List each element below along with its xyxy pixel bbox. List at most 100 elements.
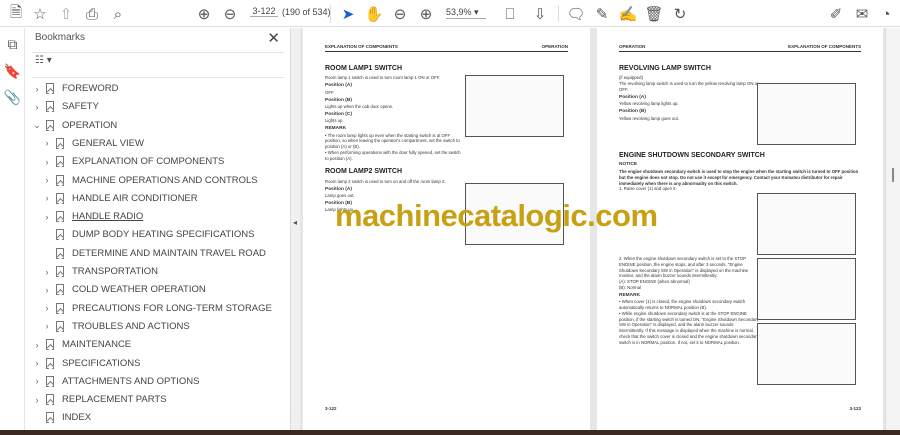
next-page-icon[interactable]: ⊖ (220, 4, 240, 24)
bookmark-item[interactable]: ⌄ OPERATION (32, 117, 117, 134)
bookmark-item[interactable]: › HANDLE AIR CONDITIONER (42, 190, 198, 207)
text: The engine shutdown secondary switch is … (619, 168, 859, 186)
bookmark-icon (56, 156, 64, 168)
page-number-input[interactable]: 3-122 (250, 6, 278, 17)
bookmark-item[interactable]: › GENERAL VIEW (42, 135, 144, 152)
save-icon[interactable]: 🗎 (6, 4, 26, 24)
bookmark-options-button[interactable]: ☷ ▾ (35, 55, 52, 66)
zoom-level-select[interactable]: 53,9% ▾ (446, 7, 486, 19)
rotate-icon[interactable]: ↻ (670, 4, 690, 24)
prev-page-icon[interactable]: ⊕ (194, 4, 214, 24)
bookmark-item[interactable]: › COLD WEATHER OPERATION (42, 281, 206, 298)
toolbar: 🗎 ☆ ⇧ ⎙ ⌕ ⊕ ⊖ 3-122 (190 of 534) ➤ ✋ ⊖ ⊕… (0, 0, 900, 27)
bookmark-item[interactable]: › EXPLANATION OF COMPONENTS (42, 153, 224, 170)
vertical-scrollbar[interactable] (885, 28, 900, 430)
chevron-right-icon[interactable]: › (42, 285, 52, 295)
bookmark-label: TRANSPORTATION (72, 266, 159, 277)
text: Lights up (325, 118, 343, 124)
chevron-right-icon[interactable]: › (32, 395, 42, 405)
chevron-right-icon[interactable]: › (42, 138, 52, 148)
scroll-mode-icon[interactable]: ⇩ (530, 4, 550, 24)
bookmark-label: MACHINE OPERATIONS AND CONTROLS (72, 174, 258, 186)
bookmark-label: SAFETY (62, 101, 99, 113)
bookmark-icon (56, 192, 64, 204)
bookmark-label: PRECAUTIONS FOR LONG-TERM STORAGE (72, 302, 272, 314)
hand-tool-icon[interactable]: ✋ (364, 4, 384, 24)
panel-splitter[interactable]: ◂ (290, 28, 300, 435)
room-lamp1-figure (465, 75, 564, 137)
bookmark-item[interactable]: › REPLACEMENT PARTS (32, 391, 167, 408)
chevron-right-icon[interactable]: › (42, 157, 52, 167)
bookmark-item[interactable]: › MAINTENANCE (32, 336, 131, 353)
attachment-icon[interactable]: 📎 (4, 89, 21, 106)
close-icon[interactable]: ✕ (267, 29, 280, 47)
bookmark-item[interactable]: › PRECAUTIONS FOR LONG-TERM STORAGE (42, 300, 272, 317)
account-icon[interactable]: ◔ (876, 4, 896, 24)
bookmark-label: HANDLE RADIO (72, 211, 144, 223)
email-icon[interactable]: ✉ (852, 4, 872, 24)
chevron-right-icon[interactable]: › (32, 376, 42, 386)
text: • The room lamp lights up even when the … (325, 132, 460, 150)
engine-steps: 2. When the engine shutdown secondary sw… (619, 256, 759, 346)
bookmark-item[interactable]: › FOREWORD (32, 80, 118, 97)
chevron-right-icon[interactable]: › (32, 102, 42, 112)
upload-cloud-icon[interactable]: ⇧ (56, 4, 76, 24)
bookmark-label: TROUBLES AND ACTIONS (72, 320, 190, 332)
bookmark-item[interactable]: › TRANSPORTATION (42, 263, 158, 280)
text: Yellow revolving lamp goes out. (619, 115, 680, 121)
bookmark-label: DUMP BODY HEATING SPECIFICATIONS (72, 229, 255, 241)
bookmark-item[interactable]: INDEX (32, 409, 91, 426)
chevron-right-icon[interactable]: › (32, 84, 42, 94)
bookmark-item[interactable]: › SAFETY (32, 98, 99, 115)
bookmark-item[interactable]: DUMP BODY HEATING SPECIFICATIONS (42, 226, 254, 243)
chevron-down-icon[interactable]: ⌄ (32, 120, 42, 131)
chevron-right-icon[interactable]: › (32, 358, 42, 368)
star-icon[interactable]: ☆ (30, 4, 50, 24)
chevron-right-icon[interactable]: › (42, 267, 52, 277)
collapse-panel-icon[interactable]: ◂ (293, 218, 297, 227)
watermark: machinecatalogic.com (335, 198, 658, 233)
page-header: OPERATION EXPLANATION OF COMPONENTS (619, 44, 861, 53)
chevron-right-icon[interactable]: › (42, 212, 52, 222)
zoom-in-icon[interactable]: ⊕ (416, 4, 436, 24)
zoom-out-icon[interactable]: ⊖ (390, 4, 410, 24)
bookmark-item[interactable]: › MACHINE OPERATIONS AND CONTROLS (42, 172, 258, 189)
delete-icon[interactable]: 🗑 (644, 4, 664, 24)
bookmark-label: GENERAL VIEW (72, 137, 144, 149)
bookmark-item[interactable]: › ATTACHMENTS AND OPTIONS (32, 373, 199, 390)
bookmark-item[interactable]: › HANDLE RADIO (42, 208, 143, 225)
comment-icon[interactable]: 🗨 (566, 4, 586, 24)
sign-icon[interactable]: ✍ (618, 4, 638, 24)
highlight-pen-icon[interactable]: ✎ (592, 4, 612, 24)
chevron-right-icon[interactable]: › (42, 193, 52, 203)
search-icon[interactable]: ⌕ (108, 4, 128, 24)
bookmark-icon (46, 394, 54, 406)
bookmark-icon (56, 229, 64, 241)
chevron-right-icon[interactable]: › (42, 175, 52, 185)
select-cursor-icon[interactable]: ➤ (338, 4, 358, 24)
text: • When performing operations with the do… (325, 149, 461, 161)
bookmark-item[interactable]: DETERMINE AND MAINTAIN TRAVEL ROAD (42, 245, 266, 262)
header-left: EXPLANATION OF COMPONENTS (325, 44, 398, 49)
bookmark-label: DETERMINE AND MAINTAIN TRAVEL ROAD (72, 247, 266, 259)
bookmark-item[interactable]: › SPECIFICATIONS (32, 355, 140, 372)
share-link-icon[interactable]: ✐ (826, 4, 846, 24)
taskbar-strip (0, 430, 900, 435)
chevron-right-icon[interactable]: › (32, 340, 42, 350)
bookmark-icon (46, 412, 54, 424)
bookmark-icon (56, 247, 64, 259)
fit-page-icon[interactable]: ⎕ (500, 4, 520, 24)
print-icon[interactable]: ⎙ (82, 4, 102, 24)
section-title: ENGINE SHUTDOWN SECONDARY SWITCH (619, 152, 765, 159)
divider (32, 52, 284, 53)
scrollbar-thumb[interactable] (892, 168, 894, 182)
bookmark-label: ATTACHMENTS AND OPTIONS (62, 375, 200, 387)
page-content: ROOM LAMP1 SWITCH Room lamp 1 switch is … (325, 58, 465, 213)
chevron-right-icon[interactable]: › (42, 303, 52, 313)
pages-thumbnail-icon[interactable]: ⧉ (4, 36, 21, 53)
bookmark-panel-icon[interactable]: 🔖 (4, 63, 21, 80)
bookmark-item[interactable]: › TROUBLES AND ACTIONS (42, 318, 190, 335)
text: Room lamp 2 switch is used to turn on an… (325, 178, 446, 184)
chevron-right-icon[interactable]: › (42, 321, 52, 331)
bookmark-icon (56, 137, 64, 149)
